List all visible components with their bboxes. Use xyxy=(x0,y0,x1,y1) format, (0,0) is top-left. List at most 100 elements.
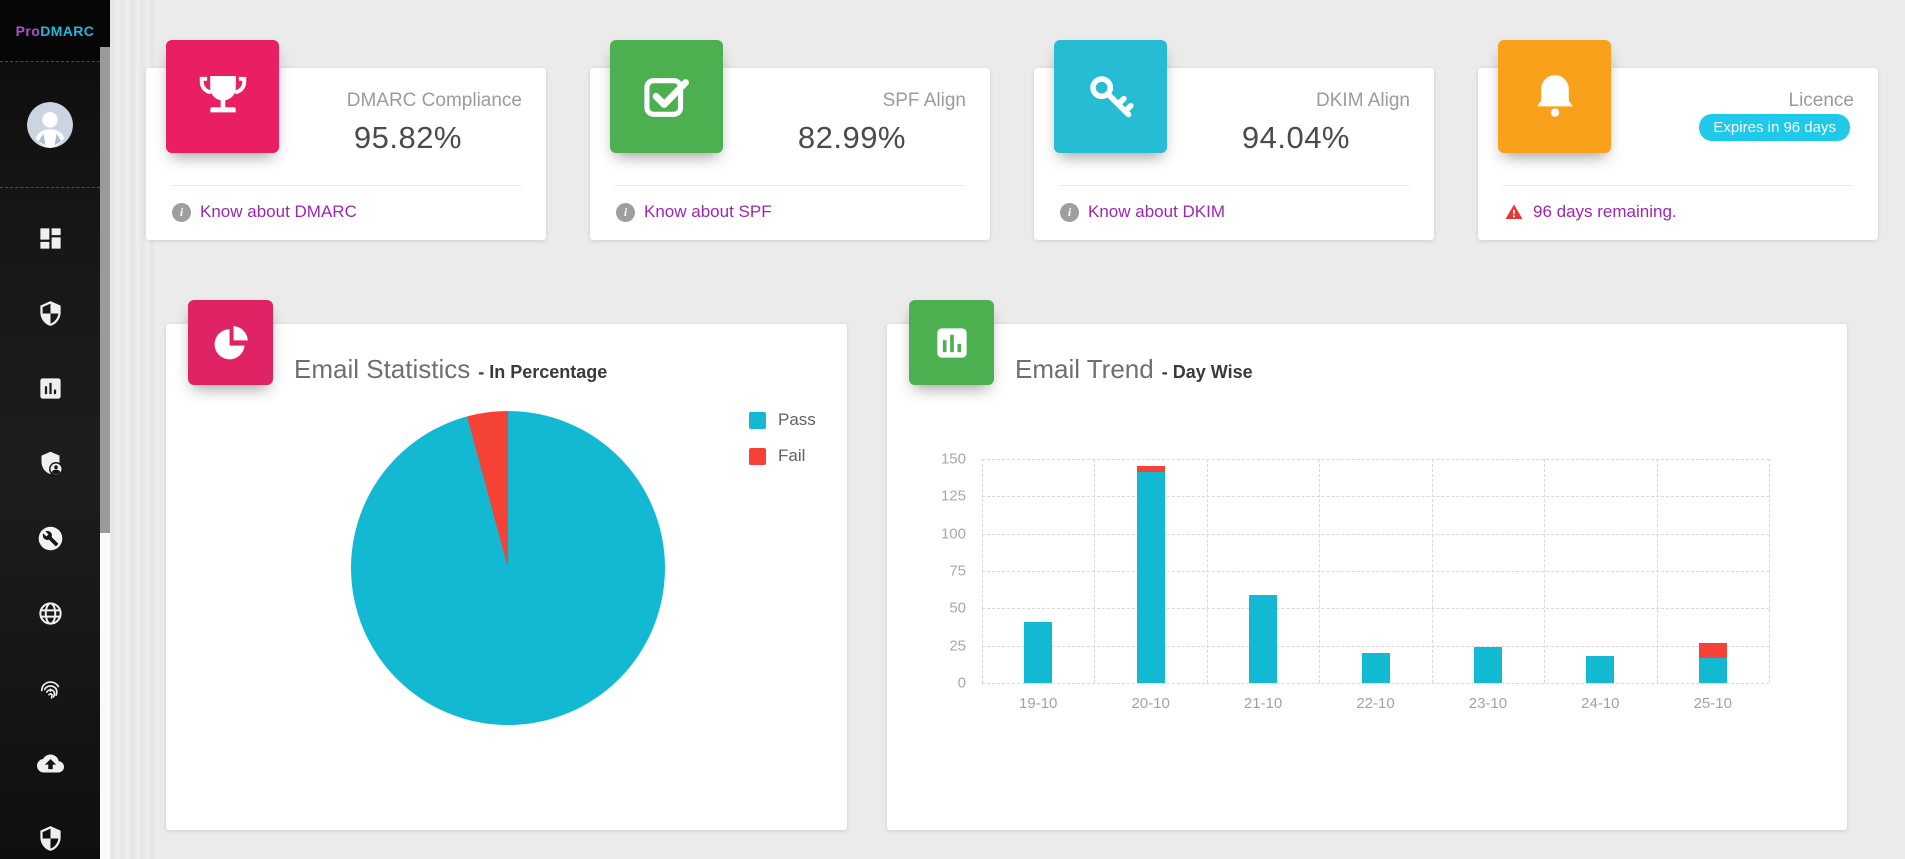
protection-shield-icon xyxy=(37,825,64,852)
brand-dmarc: DMARC xyxy=(40,23,94,39)
y-axis-label: 50 xyxy=(922,600,966,617)
licence-expiry-badge: Expires in 96 days xyxy=(1699,114,1850,141)
sidebar-item-reports[interactable] xyxy=(0,351,100,426)
legend-label: Fail xyxy=(778,446,805,466)
gridline-horizontal xyxy=(982,496,1769,497)
pie-chart-icon xyxy=(188,300,273,385)
gridline-vertical xyxy=(1544,459,1545,683)
pie-chart xyxy=(351,411,665,725)
sidebar: ProDMARC xyxy=(0,0,110,859)
avatar[interactable] xyxy=(27,102,73,148)
sidebar-item-security[interactable] xyxy=(0,276,100,351)
sidebar-item-forensics[interactable] xyxy=(0,651,100,726)
chart-title: Email Statistics - In Percentage xyxy=(294,354,607,385)
bar-chart-icon xyxy=(909,300,994,385)
x-axis-label: 20-10 xyxy=(1106,695,1196,712)
tools-wrench-icon xyxy=(37,525,64,552)
gridline-horizontal xyxy=(982,683,1769,684)
chart-title-sub: - Day Wise xyxy=(1162,362,1253,383)
stat-card-dmarc-compliance: DMARC Compliance 95.82% i Know about DMA… xyxy=(146,68,546,240)
stat-card-value: 95.82% xyxy=(354,120,462,156)
brand-logo[interactable]: ProDMARC xyxy=(0,0,110,62)
x-axis-label: 22-10 xyxy=(1331,695,1421,712)
stat-card-spf-align: SPF Align 82.99% i Know about SPF xyxy=(590,68,990,240)
sidebar-item-tools[interactable] xyxy=(0,501,100,576)
stat-card-title: Licence xyxy=(1789,90,1855,112)
legend-swatch xyxy=(749,448,766,465)
pie-legend: Pass Fail xyxy=(749,410,816,466)
bar-25-10 xyxy=(1699,643,1727,683)
email-trend-card: Email Trend - Day Wise 02550751001251501… xyxy=(887,324,1847,830)
brand-pro: Pro xyxy=(16,23,41,39)
sidebar-nav xyxy=(0,188,100,859)
y-axis-label: 125 xyxy=(922,488,966,505)
user-shield-icon xyxy=(37,450,64,477)
know-about-dmarc-link[interactable]: i Know about DMARC xyxy=(172,202,357,222)
profile-block xyxy=(0,62,100,188)
reports-poll-icon xyxy=(37,375,64,402)
chart-title: Email Trend - Day Wise xyxy=(1015,354,1253,385)
gridline-vertical xyxy=(982,459,983,683)
trophy-icon xyxy=(166,40,279,153)
warning-triangle-icon xyxy=(1504,202,1524,222)
link-label: Know about SPF xyxy=(644,202,772,222)
gridline-horizontal xyxy=(982,608,1769,609)
know-about-spf-link[interactable]: i Know about SPF xyxy=(616,202,772,222)
gridline-vertical xyxy=(1319,459,1320,683)
x-axis-label: 24-10 xyxy=(1555,695,1645,712)
legend-swatch xyxy=(749,412,766,429)
bar-24-10 xyxy=(1586,656,1614,683)
gridline-vertical xyxy=(1657,459,1658,683)
sidebar-item-dashboard[interactable] xyxy=(0,201,100,276)
licence-warning: 96 days remaining. xyxy=(1504,202,1677,222)
key-icon xyxy=(1054,40,1167,153)
security-shield-icon xyxy=(37,300,64,327)
x-axis-label: 19-10 xyxy=(993,695,1083,712)
email-statistics-card: Email Statistics - In Percentage Pass Fai… xyxy=(166,324,847,830)
chart-title-main: Email Statistics xyxy=(294,354,470,385)
bar-chart-plot: 025507510012515019-1020-1021-1022-1023-1… xyxy=(982,459,1769,683)
stat-card-dkim-align: DKIM Align 94.04% i Know about DKIM xyxy=(1034,68,1434,240)
bar-22-10 xyxy=(1362,653,1390,683)
info-icon: i xyxy=(172,203,191,222)
gridline-vertical xyxy=(1432,459,1433,683)
bar-23-10 xyxy=(1474,647,1502,683)
sidebar-item-protection[interactable] xyxy=(0,801,100,859)
chart-title-main: Email Trend xyxy=(1015,354,1154,385)
x-axis-label: 23-10 xyxy=(1443,695,1533,712)
legend-item-fail[interactable]: Fail xyxy=(749,446,816,466)
legend-label: Pass xyxy=(778,410,816,430)
divider xyxy=(614,185,966,186)
sidebar-scrollbar-thumb[interactable] xyxy=(100,47,110,533)
stat-card-title: DKIM Align xyxy=(1316,90,1410,112)
know-about-dkim-link[interactable]: i Know about DKIM xyxy=(1060,202,1225,222)
y-axis-label: 100 xyxy=(922,525,966,542)
sidebar-item-user-security[interactable] xyxy=(0,426,100,501)
sidebar-item-domains[interactable] xyxy=(0,576,100,651)
y-axis-label: 0 xyxy=(922,675,966,692)
stat-card-licence: Licence Expires in 96 days 96 days remai… xyxy=(1478,68,1878,240)
globe-icon xyxy=(37,600,64,627)
info-icon: i xyxy=(1060,203,1079,222)
bar-segment-pass xyxy=(1362,653,1390,683)
fingerprint-icon xyxy=(37,675,64,702)
sidebar-item-upload[interactable] xyxy=(0,726,100,801)
warning-text: 96 days remaining. xyxy=(1533,202,1677,222)
bar-segment-pass xyxy=(1137,472,1165,683)
legend-item-pass[interactable]: Pass xyxy=(749,410,816,430)
cloud-upload-icon xyxy=(37,750,64,777)
y-axis-label: 75 xyxy=(922,563,966,580)
sidebar-scrollbar-track[interactable] xyxy=(100,47,110,859)
gridline-horizontal xyxy=(982,459,1769,460)
bar-19-10 xyxy=(1024,622,1052,683)
divider xyxy=(1502,185,1854,186)
gridline-horizontal xyxy=(982,571,1769,572)
info-icon: i xyxy=(616,203,635,222)
checkbox-checked-icon xyxy=(610,40,723,153)
chart-title-sub: - In Percentage xyxy=(478,362,607,383)
gridline-horizontal xyxy=(982,646,1769,647)
bar-segment-pass xyxy=(1249,595,1277,683)
bar-segment-pass xyxy=(1024,622,1052,683)
bar-segment-fail xyxy=(1699,643,1727,658)
divider xyxy=(170,185,522,186)
